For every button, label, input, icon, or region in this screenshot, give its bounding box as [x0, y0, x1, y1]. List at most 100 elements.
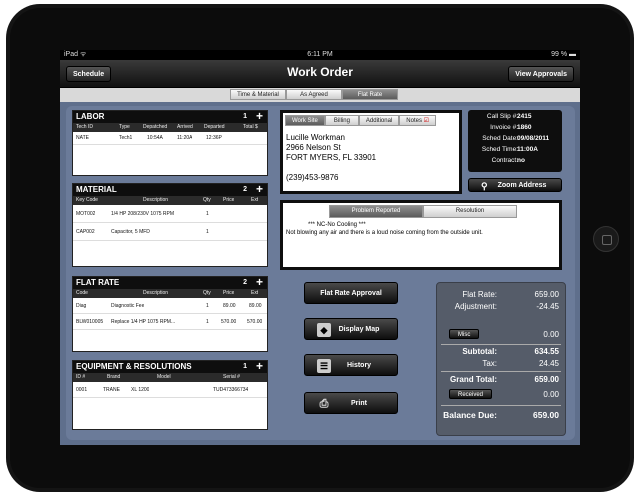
divider [441, 405, 561, 406]
table-row[interactable]: 0001 TRANE XL 1200 TUD473366734 [73, 382, 267, 398]
tax-label: Tax: [482, 359, 497, 368]
equipment-column-header: ID # Brand Model Serial # [73, 373, 267, 382]
call-slip-value: 2415 [517, 113, 532, 120]
sched-date-value: 09/08/2011 [517, 135, 550, 142]
balance-due-label: Balance Due: [443, 410, 497, 420]
contract-label: Contract: [491, 157, 518, 164]
col-arrived: Arrived [177, 124, 193, 130]
site-address: Lucille Workman 2966 Nelson St FORT MYER… [286, 133, 376, 183]
table-row[interactable]: MOT002 1/4 HP 208/230V 1075 RPM 1 [73, 205, 267, 223]
problem-card: Problem Reported Resolution *** NC-No Co… [280, 200, 562, 270]
received-value: 0.00 [543, 390, 559, 399]
material-qty: 1 [206, 211, 209, 217]
tab-notes[interactable]: Notes ☑ [399, 115, 437, 126]
labor-type: Tech1 [119, 135, 133, 141]
table-row[interactable]: BLW010005 Replace 1/4 HP 1075 RPM... 1 5… [73, 314, 267, 330]
home-button[interactable] [593, 226, 619, 252]
mode-segment-bar: Time & Material As Agreed Flat Rate [60, 88, 580, 102]
material-key-code: MOT002 [76, 211, 96, 217]
tab-billing[interactable]: Billing [324, 115, 359, 126]
labor-card: LABOR 1 + Tech ID Type Depatched Arrived… [72, 110, 268, 176]
tab-resolution[interactable]: Resolution [423, 205, 517, 218]
zoom-address-button[interactable]: ⚲ Zoom Address [468, 178, 562, 192]
flat-rate-price: 570.00 [221, 319, 237, 325]
col-type: Type [119, 124, 130, 130]
material-title: MATERIAL [76, 185, 117, 194]
flat-rate-card: FLAT RATE 2 + Code Description Qty Price… [72, 276, 268, 352]
col-price: Price [223, 197, 235, 203]
add-material-button[interactable]: + [256, 183, 263, 195]
map-icon: ◆ [317, 323, 331, 337]
problem-tabs: Problem Reported Resolution [329, 205, 517, 218]
tab-flat-rate[interactable]: Flat Rate [342, 89, 398, 100]
tab-time-material[interactable]: Time & Material [230, 89, 286, 100]
tax-row: Tax: 24.45 [437, 358, 559, 369]
material-header: MATERIAL 2 + [73, 183, 267, 196]
invoice-row: Invoice #: 1860 [468, 123, 558, 133]
sched-time-row: Sched Time: 11:00A [468, 145, 558, 155]
zoom-address-label: Zoom Address [497, 182, 547, 189]
site-tabs: Work Site Billing Additional Notes ☑ [285, 115, 437, 126]
phone-number[interactable]: (239)453-9876 [286, 173, 376, 183]
display-map-button[interactable]: ◆ Display Map [304, 318, 398, 340]
city-state-zip: FORT MYERS, FL 33901 [286, 153, 377, 162]
divider [441, 371, 561, 372]
balance-due-value: 659.00 [533, 410, 559, 420]
sched-date-label: Sched Date: [482, 135, 518, 142]
add-flat-rate-button[interactable]: + [256, 276, 263, 288]
tab-problem-reported[interactable]: Problem Reported [329, 205, 423, 218]
labor-count: 1 [243, 113, 247, 120]
add-labor-button[interactable]: + [256, 110, 263, 122]
col-qty: Qty [203, 197, 211, 203]
flat-rate-total-row: Flat Rate: 659.00 [437, 289, 559, 300]
printer-icon: ⎙ [319, 398, 329, 410]
equipment-model: XL 1200 [131, 387, 150, 393]
col-qty: Qty [203, 290, 211, 296]
tab-additional[interactable]: Additional [358, 115, 400, 126]
flat-rate-ext: 89.00 [249, 303, 262, 309]
grand-total-value: 659.00 [534, 375, 559, 384]
tab-work-site[interactable]: Work Site [285, 115, 325, 126]
table-row[interactable]: Diag Diagnostic Fee 1 89.00 89.00 [73, 298, 267, 314]
material-card: MATERIAL 2 + Key Code Description Qty Pr… [72, 183, 268, 267]
col-total: Total $ [243, 124, 258, 130]
totals-panel: Flat Rate: 659.00 Adjustment: -24.45 Misc … [436, 282, 566, 436]
print-button[interactable]: ⎙ Print [304, 392, 398, 414]
table-row[interactable]: CAP002 Capacitor, 5 MFD 1 [73, 223, 267, 241]
table-row[interactable]: NATE Tech1 10:54A 11:20A 12:36P [73, 132, 267, 145]
labor-dispatched: 10:54A [147, 135, 163, 141]
equipment-title: EQUIPMENT & RESOLUTIONS [76, 362, 192, 371]
labor-title: LABOR [76, 112, 105, 121]
col-description: Description [143, 290, 169, 296]
flat-rate-approval-button[interactable]: Flat Rate Approval [304, 282, 398, 304]
misc-row: 0.00 [437, 329, 559, 340]
col-tech-id: Tech ID [76, 124, 93, 130]
col-brand: Brand [107, 374, 121, 380]
history-button[interactable]: ☰ History [304, 354, 398, 376]
tax-value: 24.45 [538, 359, 559, 368]
display-map-label: Display Map [338, 326, 380, 333]
equipment-brand: TRANE [103, 387, 120, 393]
subtotal-label: Subtotal: [462, 347, 497, 356]
balance-due-row: Balance Due: 659.00 [437, 410, 559, 421]
print-label: Print [351, 400, 367, 407]
invoice-value: 1860 [517, 124, 532, 131]
flat-rate-qty: 1 [206, 319, 209, 325]
tab-notes-label: Notes [406, 118, 422, 124]
problem-text: *** NC-No Cooling *** Not blowing any ai… [286, 221, 483, 237]
status-bar: iPad ᯤ 6:11 PM 99 % ▬ [60, 50, 580, 60]
tab-as-agreed[interactable]: As Agreed [286, 89, 342, 100]
col-key-code: Key Code [76, 197, 98, 203]
add-equipment-button[interactable]: + [256, 360, 263, 372]
flat-rate-total-label: Flat Rate: [462, 290, 497, 299]
subtotal-row: Subtotal: 634.55 [437, 346, 559, 357]
sched-time-label: Sched Time: [481, 146, 518, 153]
flat-rate-column-header: Code Description Qty Price Ext [73, 289, 267, 298]
flat-rate-title: FLAT RATE [76, 278, 120, 287]
contract-value: no [517, 157, 525, 164]
sched-time-value: 11:00A [517, 146, 538, 153]
flat-rate-description: Diagnostic Fee [111, 303, 145, 309]
view-approvals-button[interactable]: View Approvals [508, 66, 574, 82]
material-count: 2 [243, 186, 247, 193]
misc-value: 0.00 [543, 330, 559, 339]
